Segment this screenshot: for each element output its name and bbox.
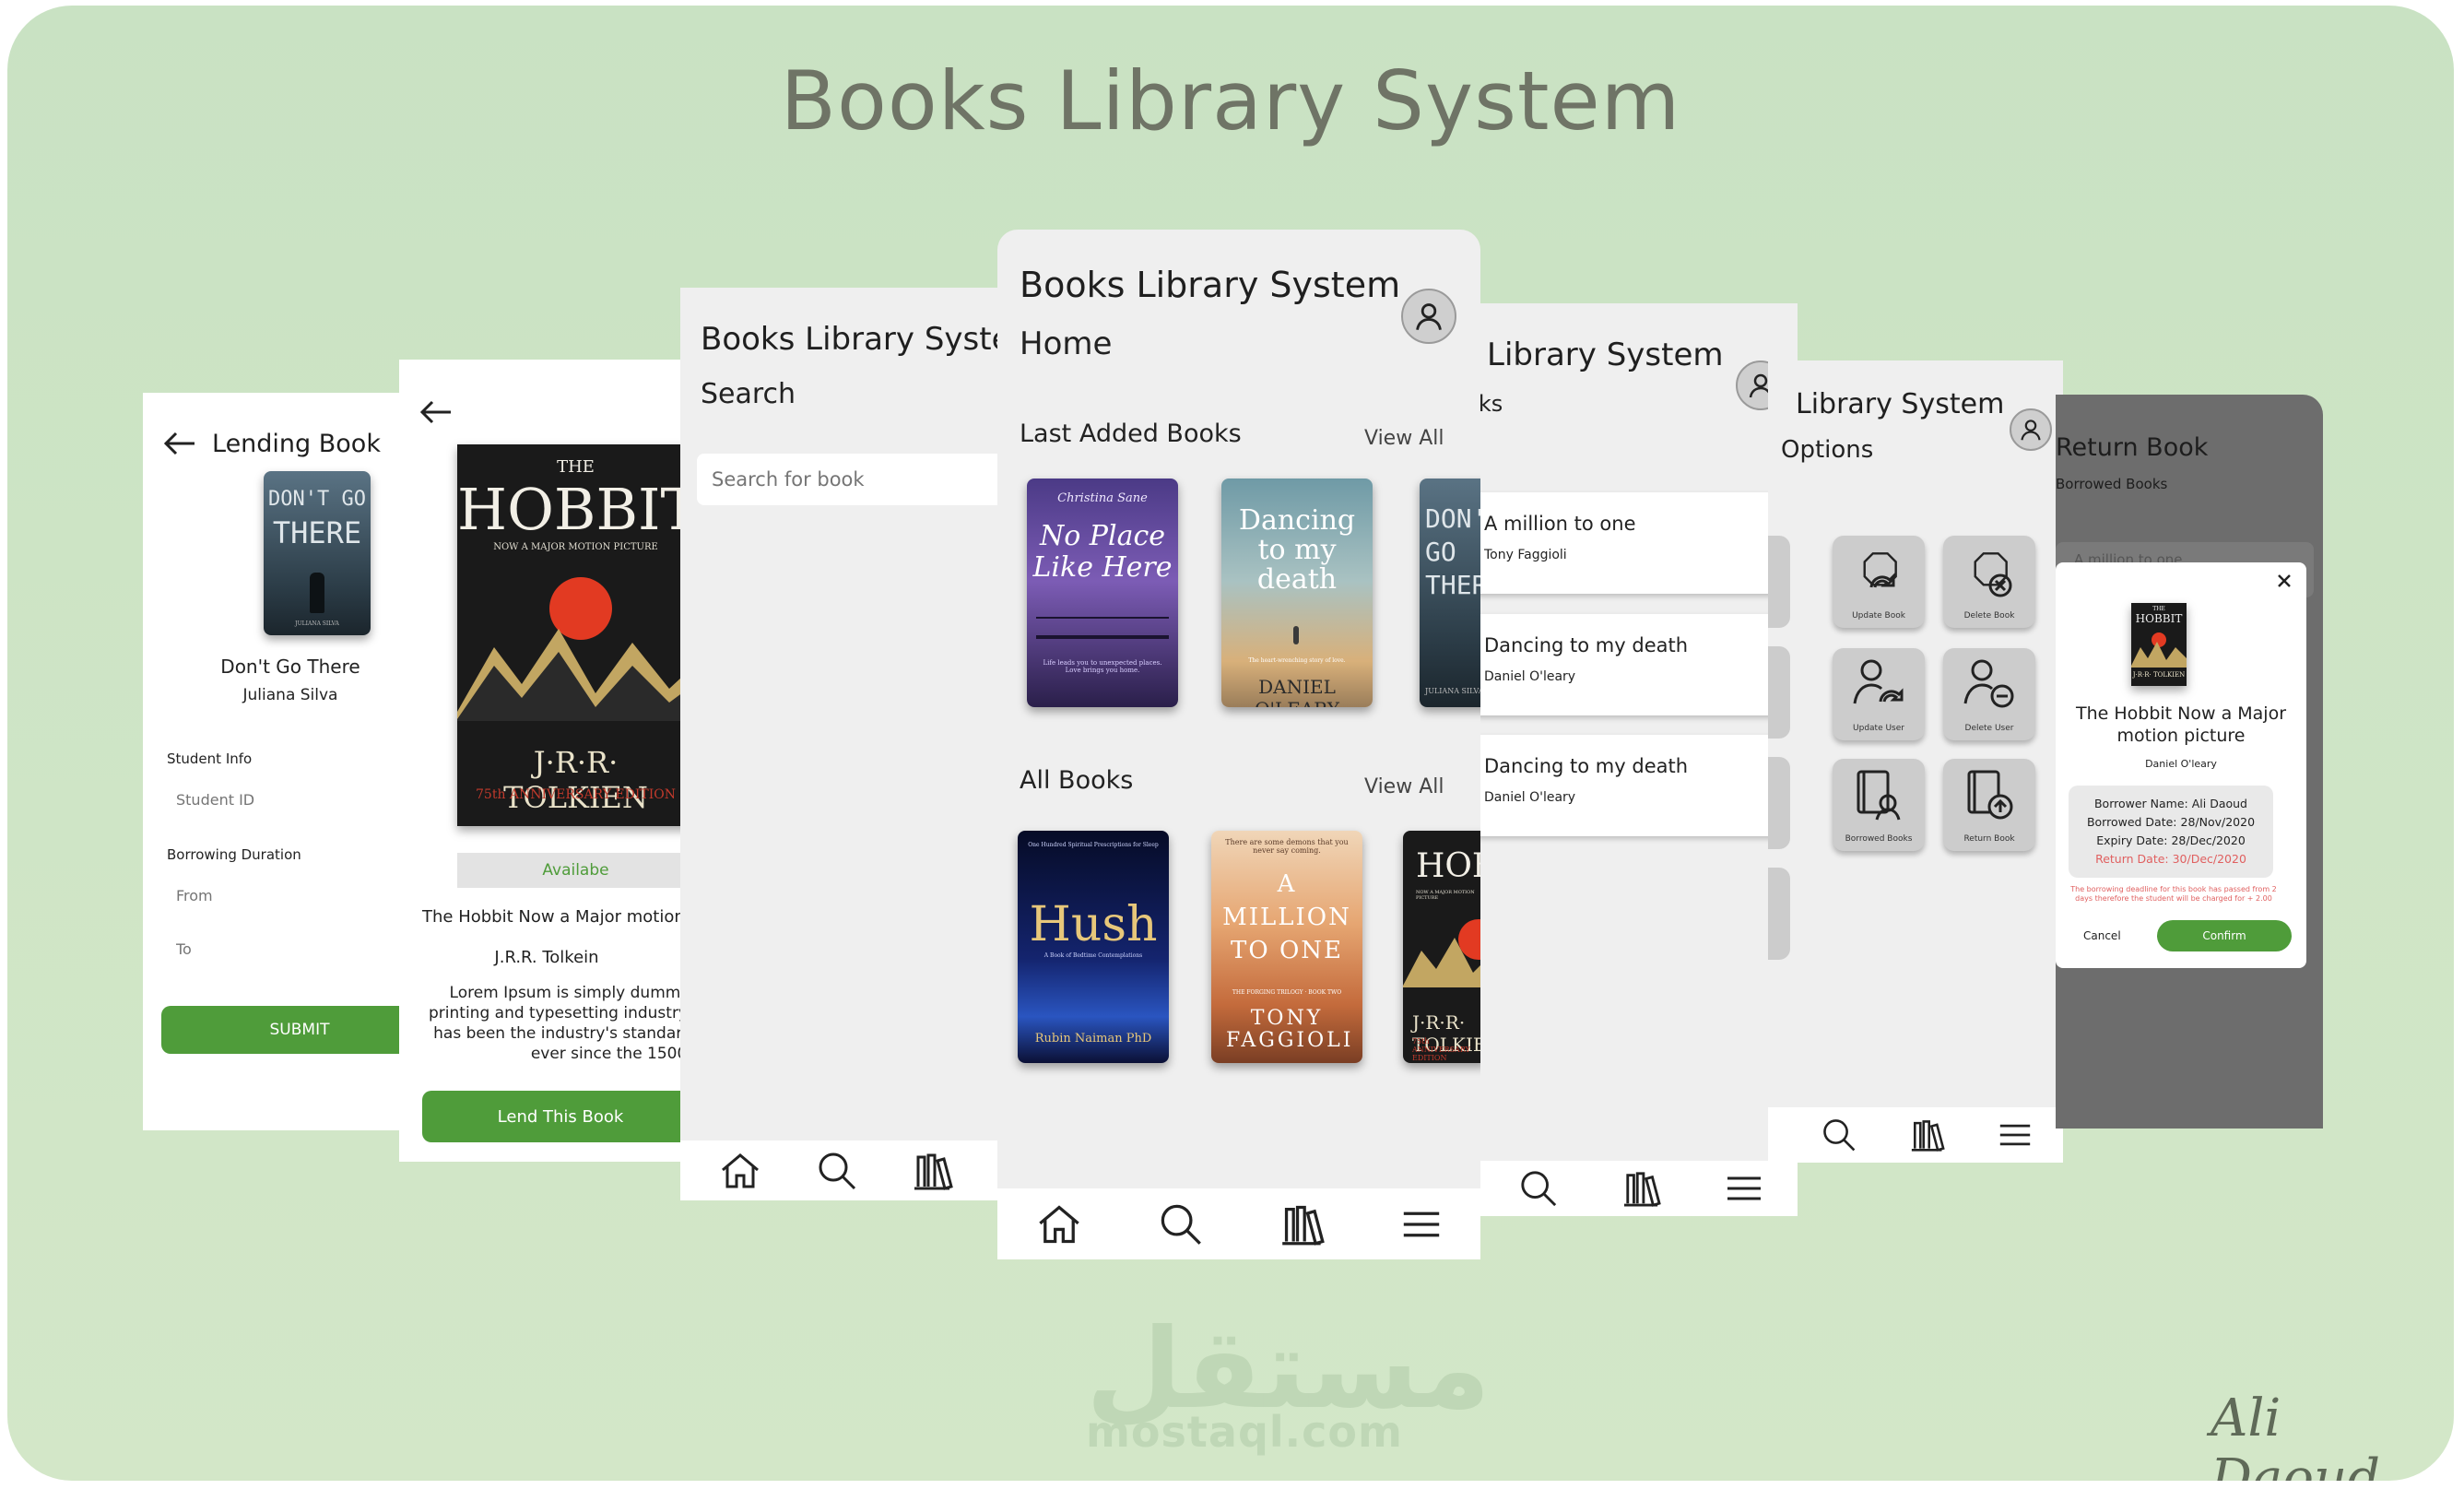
view-all-link[interactable]: View All <box>1364 427 1444 450</box>
book-details-screen: THE HOBBIT NOW A MAJOR MOTION PICTURE J·… <box>399 360 694 1162</box>
dialog-book-title: The Hobbit Now a Major motion picture <box>2075 703 2287 746</box>
books-icon[interactable] <box>913 1152 953 1190</box>
hobbit-cover: THE HOBBIT NOW A MAJOR MOTION PICTURE J·… <box>457 444 694 826</box>
to-date-field[interactable] <box>161 929 438 968</box>
return-dialog: THE HOBBIT J·R·R· TOLKIEN The Hobbit Now… <box>2056 562 2306 968</box>
book-card-hobbit[interactable]: HOBBIT NOW A MAJOR MOTION PICTURE J·R·R·… <box>1403 831 1480 1063</box>
book-description: Lorem Ipsum is simply dummy text of the … <box>429 984 694 1063</box>
home-icon[interactable] <box>719 1152 761 1190</box>
student-id-field[interactable] <box>161 780 438 819</box>
mountains <box>457 629 694 721</box>
last-added-heading: Last Added Books <box>1020 420 1242 448</box>
borrowed-books-icon <box>1849 766 1908 829</box>
bottom-nav <box>997 1188 1480 1259</box>
back-arrow-icon[interactable] <box>163 430 196 461</box>
app-title: Books Library System <box>701 321 1012 358</box>
showcase-frame: Books Library System Lending Book DON'T … <box>7 6 2454 1481</box>
return-book-screen: Return Book Borrowed Books A million to … <box>2056 395 2323 1129</box>
borrow-details-box: Borrower Name: Ali Daoud Borrowed Date: … <box>2069 786 2273 878</box>
availability-badge: Availabe <box>457 853 694 888</box>
cancel-button[interactable]: Cancel <box>2083 929 2121 942</box>
update-user-icon <box>1849 656 1908 718</box>
book-list-item[interactable]: Dancing to my death Daniel O'leary <box>1473 614 1783 715</box>
search-icon[interactable] <box>1159 1202 1203 1247</box>
bridge-graphic <box>1036 617 1169 639</box>
update-book-button[interactable]: Update Book <box>1833 536 1925 628</box>
bottom-nav <box>1768 1107 2063 1163</box>
book-card-million-to-one[interactable]: There are some demons that you never say… <box>1211 831 1362 1063</box>
book-cover: DON'T GO THERE JULIANA SILVA <box>264 471 371 635</box>
lending-title: Lending Book <box>212 430 381 458</box>
home-icon[interactable] <box>1036 1203 1082 1246</box>
books-icon[interactable] <box>1622 1170 1661 1207</box>
book-card-hush[interactable]: One Hundred Spiritual Prescriptions for … <box>1018 831 1169 1063</box>
profile-avatar[interactable] <box>1401 289 1456 344</box>
book-card-dont-go-there[interactable]: DON'T GO THERE JULIANA SILVA <box>1420 479 1480 707</box>
menu-icon[interactable] <box>1401 1210 1442 1239</box>
figure-silhouette <box>310 573 324 613</box>
menu-icon[interactable] <box>1998 1122 2032 1148</box>
book-title: The Hobbit Now a Major motion picture <box>422 907 694 927</box>
book-card-dancing[interactable]: Dancing to my death The heart-wrenching … <box>1221 479 1373 707</box>
books-icon[interactable] <box>1910 1118 1945 1152</box>
left-option-stub <box>1768 868 1790 960</box>
hobbit-cover-small: THE HOBBIT J·R·R· TOLKIEN <box>2131 603 2187 686</box>
book-author: J.R.R. Tolkein <box>494 948 599 967</box>
page-heading: Options <box>1781 436 1874 464</box>
back-arrow-icon[interactable] <box>419 398 453 430</box>
page-title: Books Library System <box>780 53 1681 148</box>
book-list-item[interactable]: A million to one Tony Faggioli <box>1473 492 1783 594</box>
borrowed-books-button[interactable]: Borrowed Books <box>1833 759 1925 851</box>
watermark-url: mostaql.com <box>1086 1407 1403 1457</box>
update-user-button[interactable]: Update User <box>1833 648 1925 740</box>
profile-avatar[interactable] <box>2010 408 2052 451</box>
close-icon[interactable] <box>2275 572 2293 594</box>
return-title: Return Book <box>2056 433 2209 462</box>
book-list-item[interactable]: Dancing to my death Daniel O'leary <box>1473 735 1783 836</box>
page-heading: Search <box>701 378 796 410</box>
book-title: Don't Go There <box>220 656 360 678</box>
lend-book-button[interactable]: Lend This Book <box>422 1091 694 1142</box>
options-screen: Library System Options Update Book Delet… <box>1768 360 2063 1163</box>
book-card-no-place[interactable]: Christina Sane No Place Like Here Life l… <box>1027 479 1178 707</box>
search-icon[interactable] <box>1519 1169 1558 1208</box>
delete-user-button[interactable]: Delete User <box>1943 648 2035 740</box>
author-signature: Ali Daoud <box>2211 1389 2380 1481</box>
borrowed-books-label: Borrowed Books <box>2056 476 2168 492</box>
menu-icon[interactable] <box>1726 1175 1763 1202</box>
books-icon[interactable] <box>1280 1203 1325 1246</box>
confirm-button[interactable]: Confirm <box>2157 920 2292 951</box>
all-books-heading: All Books <box>1020 766 1134 795</box>
submit-button[interactable]: SUBMIT <box>161 1006 438 1054</box>
book-author: Juliana Silva <box>242 686 338 704</box>
overdue-warning: The borrowing deadline for this book has… <box>2070 885 2277 903</box>
dialog-book-author: Daniel O'leary <box>2145 758 2217 770</box>
delete-user-icon <box>1960 656 2019 718</box>
left-option-stub <box>1768 646 1790 739</box>
page-heading: Home <box>1020 325 1113 362</box>
view-all-link[interactable]: View All <box>1364 775 1444 798</box>
from-date-field[interactable] <box>161 876 438 915</box>
app-title: Library System <box>1487 337 1724 373</box>
app-title: Library System <box>1796 388 2005 420</box>
lending-screen: Lending Book DON'T GO THERE JULIANA SILV… <box>143 393 438 1130</box>
left-option-stub <box>1768 757 1790 849</box>
update-book-icon <box>1849 545 1908 608</box>
bottom-nav <box>680 1140 1012 1200</box>
search-screen: Books Library System Search <box>680 288 1012 1200</box>
delete-book-button[interactable]: Delete Book <box>1943 536 2035 628</box>
borrowing-duration-label: Borrowing Duration <box>167 846 301 863</box>
search-icon[interactable] <box>817 1151 857 1191</box>
app-title: Books Library System <box>1020 265 1401 305</box>
return-book-icon <box>1960 766 2019 829</box>
return-book-button[interactable]: Return Book <box>1943 759 2035 851</box>
figure-walking <box>1293 626 1299 644</box>
home-screen: Books Library System Home Last Added Boo… <box>997 230 1480 1259</box>
search-input[interactable] <box>697 454 1010 505</box>
student-info-label: Student Info <box>167 750 253 767</box>
search-icon[interactable] <box>1821 1117 1857 1152</box>
delete-book-icon <box>1960 545 2019 608</box>
left-option-stub <box>1768 536 1790 628</box>
